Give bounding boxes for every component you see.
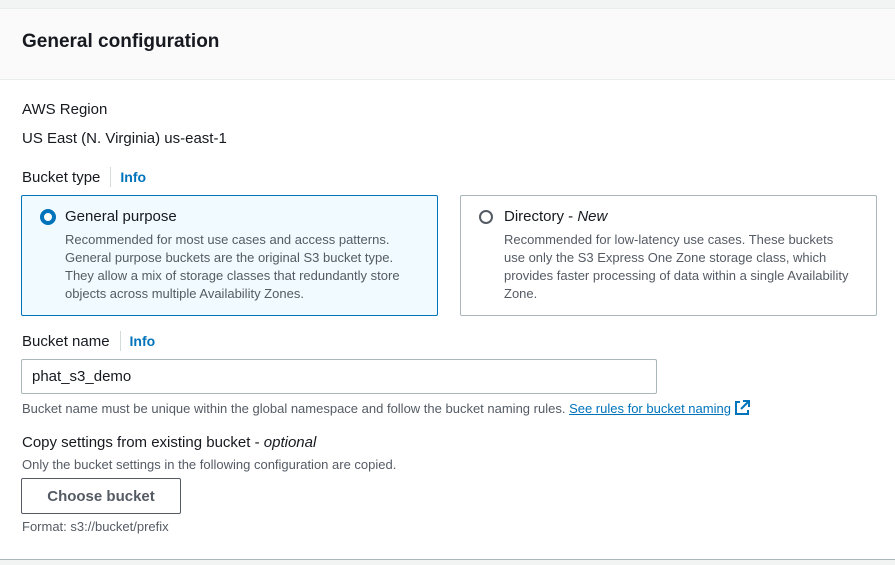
bucket-name-header: Bucket name Info [22,331,155,351]
general-configuration-panel: General configuration AWS Region US East… [0,8,895,560]
bucket-name-info-link[interactable]: Info [130,333,156,349]
bucket-name-input[interactable] [21,359,657,394]
bucket-type-info-link[interactable]: Info [120,169,146,185]
directory-new-tag: New [577,208,608,225]
copy-settings-label: Copy settings from existing bucket - opt… [22,434,316,451]
bucket-naming-rules-link-text[interactable]: See rules for bucket naming [569,401,731,416]
bucket-name-hint: Bucket name must be unique within the gl… [22,401,566,416]
info-separator [119,331,121,351]
info-separator [110,167,112,187]
directory-title-text: Directory - [504,208,578,225]
bucket-type-general-purpose[interactable]: General purpose Recommended for most use… [21,195,438,316]
bucket-type-directory[interactable]: Directory - New Recommended for low-late… [460,195,877,316]
radio-unselected-icon[interactable] [479,210,493,224]
panel-title: General configuration [22,31,220,52]
copy-settings-description: Only the bucket settings in the followin… [22,457,397,472]
aws-region-value: US East (N. Virginia) us-east-1 [22,130,227,147]
directory-description: Recommended for low-latency use cases. T… [504,232,849,301]
radio-selected-icon[interactable] [40,209,56,225]
general-purpose-title: General purpose [65,208,177,225]
directory-title: Directory - New [504,208,607,225]
aws-region-label: AWS Region [22,101,108,118]
bucket-name-label: Bucket name [22,332,110,350]
bucket-type-header: Bucket type Info [22,167,146,187]
copy-settings-format-hint: Format: s3://bucket/prefix [22,519,169,534]
choose-bucket-button[interactable]: Choose bucket [21,478,181,514]
bucket-naming-rules-link[interactable]: See rules for bucket naming [569,401,731,416]
panel-header: General configuration [0,9,895,80]
bucket-name-hint-row: Bucket name must be unique within the gl… [22,400,750,419]
general-purpose-description: Recommended for most use cases and acces… [65,232,400,301]
copy-settings-label-text: Copy settings from existing bucket - [22,434,264,451]
copy-settings-optional: optional [263,434,317,451]
bucket-type-label: Bucket type [22,168,101,186]
external-link-icon[interactable] [734,400,750,419]
